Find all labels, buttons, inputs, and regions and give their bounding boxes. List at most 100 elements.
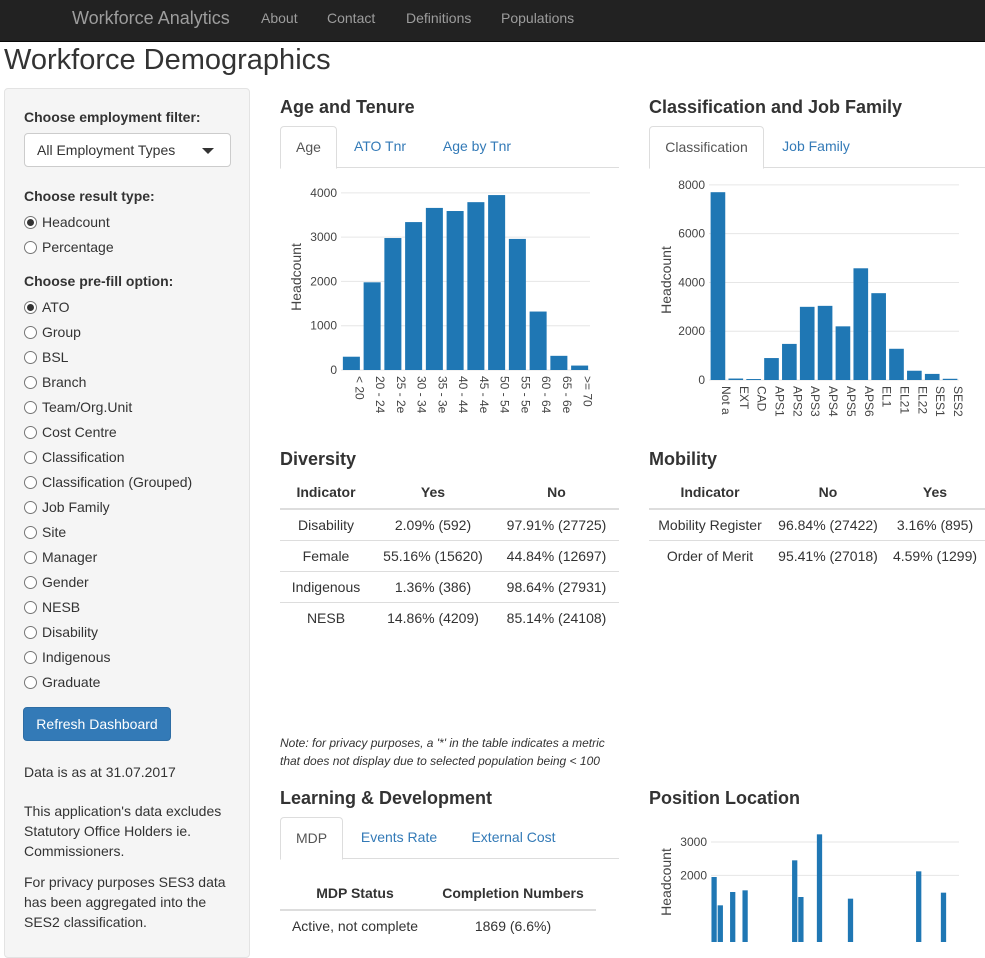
tab-ato-tenure[interactable]: ATO Tnr: [344, 126, 416, 168]
radio-unchecked-icon[interactable]: [24, 651, 37, 664]
prefill-option[interactable]: Cost Centre: [24, 422, 117, 442]
chart-bar: [717, 905, 723, 942]
radio-unchecked-icon[interactable]: [24, 601, 37, 614]
radio-unchecked-icon[interactable]: [24, 551, 37, 564]
chart-bar: [817, 305, 833, 380]
chart-bar: [488, 195, 506, 370]
x-tick-label: APS2: [790, 386, 804, 417]
x-tick-label: CAD: [755, 386, 769, 412]
chart-bar: [916, 871, 922, 942]
table-cell: 1869 (6.6%): [430, 909, 596, 941]
radio-checked-icon[interactable]: [24, 301, 37, 314]
prefill-option[interactable]: BSL: [24, 347, 68, 367]
prefill-option[interactable]: Classification: [24, 447, 124, 467]
column-header: Indicator: [649, 476, 771, 510]
radio-unchecked-icon[interactable]: [24, 426, 37, 439]
prefill-option-label: Classification (Grouped): [42, 474, 193, 490]
tab-job-family[interactable]: Job Family: [771, 126, 861, 168]
column-header: Yes: [372, 476, 494, 510]
prefill-option[interactable]: ATO: [24, 297, 70, 317]
table-header-row: MDP Status Completion Numbers: [280, 877, 596, 911]
radio-unchecked-icon[interactable]: [24, 401, 37, 414]
column-header: No: [494, 476, 619, 510]
prefill-option[interactable]: Group: [24, 322, 81, 342]
prefill-option[interactable]: Manager: [24, 547, 97, 567]
tab-events-rate[interactable]: Events Rate: [350, 817, 448, 859]
prefill-option-label: Manager: [42, 549, 98, 565]
prefill-option[interactable]: Site: [24, 522, 66, 542]
x-tick-label: 45 - 4е: [477, 376, 491, 414]
y-tick-label: 1000: [310, 319, 337, 333]
chart-bar: [924, 373, 940, 380]
column-header: Completion Numbers: [430, 877, 596, 911]
tab-classification[interactable]: Classification: [649, 126, 764, 169]
tab-age[interactable]: Age: [280, 126, 337, 169]
nav-definitions[interactable]: Definitions: [406, 0, 471, 36]
x-tick-label: < 20: [352, 376, 366, 400]
x-tick-label: 55 - 5е: [518, 376, 532, 414]
column-header: Yes: [885, 476, 985, 510]
chart-bar: [792, 860, 798, 942]
nav-about[interactable]: About: [261, 0, 298, 36]
table-cell: Mobility Register: [649, 508, 771, 541]
prefill-option[interactable]: Graduate: [24, 672, 100, 692]
learning-title: Learning & Development: [280, 788, 493, 808]
x-tick-label: 40 - 44: [456, 376, 470, 414]
result-type-option-label: Percentage: [42, 239, 114, 255]
prefill-label: Choose pre-fill option:: [24, 273, 174, 289]
radio-unchecked-icon[interactable]: [24, 526, 37, 539]
tab-external-cost[interactable]: External Cost: [462, 817, 565, 859]
prefill-option[interactable]: Indigenous: [24, 647, 111, 667]
result-type-option[interactable]: Percentage: [24, 237, 114, 257]
radio-unchecked-icon[interactable]: [24, 326, 37, 339]
employment-filter-select[interactable]: All Employment Types: [24, 133, 231, 167]
diversity-table: Indicator Yes No Disability 2.09% (592) 97.91…: [280, 476, 619, 633]
prefill-option[interactable]: NESB: [24, 597, 80, 617]
x-tick-label: EXT: [737, 386, 751, 410]
nav-populations[interactable]: Populations: [501, 0, 574, 36]
classification-title: Classification and Job Family: [649, 97, 903, 117]
radio-checked-icon[interactable]: [24, 216, 37, 229]
prefill-option-label: Cost Centre: [42, 424, 117, 440]
prefill-option[interactable]: Disability: [24, 622, 98, 642]
prefill-option[interactable]: Classification (Grouped): [24, 472, 192, 492]
prefill-option[interactable]: Job Family: [24, 497, 110, 517]
radio-unchecked-icon[interactable]: [24, 501, 37, 514]
table-header-row: Indicator Yes No: [280, 476, 619, 510]
table-cell: 14.86% (4209): [372, 602, 494, 633]
radio-unchecked-icon[interactable]: [24, 451, 37, 464]
x-tick-label: 35 - 3е: [435, 376, 449, 414]
radio-unchecked-icon[interactable]: [24, 376, 37, 389]
tab-mdp[interactable]: MDP: [280, 817, 343, 860]
nav-contact[interactable]: Contact: [327, 0, 375, 36]
radio-unchecked-icon[interactable]: [24, 576, 37, 589]
radio-unchecked-icon[interactable]: [24, 351, 37, 364]
x-tick-label: EL21: [898, 386, 912, 414]
chart-bar: [446, 211, 464, 370]
radio-unchecked-icon[interactable]: [24, 241, 37, 254]
table-header-row: Indicator No Yes: [649, 476, 985, 510]
x-tick-label: SES1: [933, 386, 947, 417]
x-tick-label: 50 - 54: [498, 376, 512, 414]
tab-age-by-tenure[interactable]: Age by Tnr: [430, 126, 524, 168]
refresh-dashboard-button[interactable]: Refresh Dashboard: [23, 707, 171, 741]
result-type-option[interactable]: Headcount: [24, 212, 110, 232]
table-cell: 2.09% (592): [372, 508, 494, 541]
brand-link[interactable]: Workforce Analytics: [72, 0, 230, 36]
chart-bar: [550, 355, 568, 370]
prefill-option[interactable]: Branch: [24, 372, 86, 392]
radio-unchecked-icon[interactable]: [24, 676, 37, 689]
prefill-option[interactable]: Gender: [24, 572, 89, 592]
chart-bar: [746, 379, 761, 380]
prefill-option-label: Indigenous: [42, 649, 111, 665]
learning-tabs: MDP Events Rate External Cost: [280, 817, 619, 860]
chart-bar: [742, 890, 748, 942]
chart-bar: [835, 326, 851, 380]
chart-bar: [816, 834, 823, 942]
chart-bar: [467, 202, 485, 370]
radio-unchecked-icon[interactable]: [24, 626, 37, 639]
caret-down-icon: [202, 148, 214, 154]
y-tick-label: 6000: [678, 227, 705, 241]
prefill-option[interactable]: Team/Org.Unit: [24, 397, 132, 417]
radio-unchecked-icon[interactable]: [24, 476, 37, 489]
